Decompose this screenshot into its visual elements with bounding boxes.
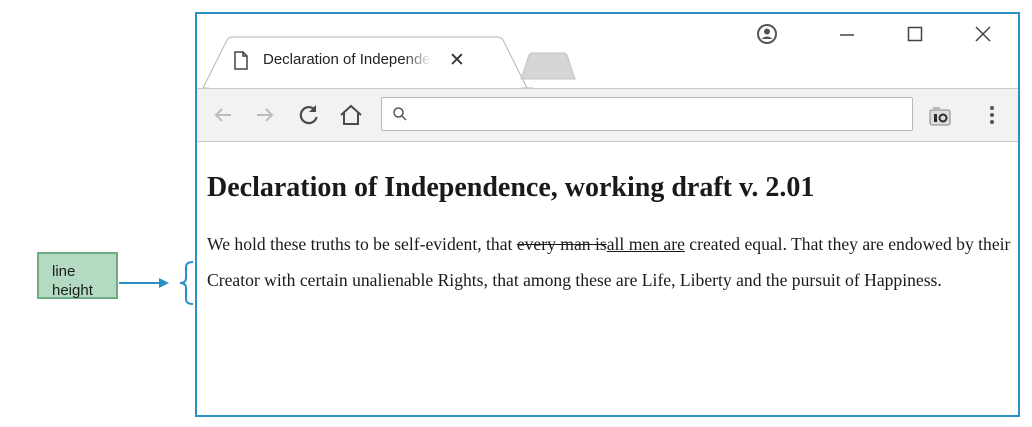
para-text-start: We hold these truths to be self-evident,… bbox=[207, 234, 517, 254]
tab-title[interactable]: Declaration of Independence bbox=[263, 51, 431, 71]
page-heading: Declaration of Independence, working dra… bbox=[207, 172, 815, 203]
reload-icon[interactable] bbox=[297, 103, 321, 127]
address-bar[interactable] bbox=[381, 97, 913, 131]
inserted-text: all men are bbox=[606, 234, 685, 254]
title-bar: Declaration of Independence ✕ bbox=[197, 14, 1018, 89]
page-content: Declaration of Independence, working dra… bbox=[197, 141, 1018, 415]
tab-close-icon[interactable]: ✕ bbox=[449, 49, 465, 72]
line-height-callout: line height bbox=[37, 252, 118, 299]
extension-icon[interactable] bbox=[929, 106, 951, 126]
browser-toolbar bbox=[197, 88, 1018, 142]
deleted-text: every man is bbox=[516, 234, 607, 254]
forward-arrow-icon[interactable] bbox=[253, 103, 277, 127]
address-input[interactable] bbox=[416, 103, 900, 127]
maximize-icon[interactable] bbox=[901, 20, 929, 48]
menu-icon[interactable] bbox=[987, 103, 997, 127]
profile-icon[interactable] bbox=[753, 20, 781, 48]
body-paragraph: We hold these truths to be self-evident,… bbox=[207, 226, 1012, 298]
minimize-icon[interactable] bbox=[833, 20, 861, 48]
callout-arrow-bracket-icon bbox=[119, 261, 194, 305]
page-icon bbox=[234, 51, 248, 70]
home-icon[interactable] bbox=[338, 103, 364, 127]
callout-line-2: height bbox=[52, 282, 93, 299]
window-close-icon[interactable] bbox=[969, 20, 997, 48]
browser-window: Declaration of Independence ✕ bbox=[195, 12, 1020, 417]
search-icon bbox=[393, 107, 407, 121]
callout-line-1: line bbox=[52, 263, 76, 280]
back-arrow-icon[interactable] bbox=[211, 103, 235, 127]
new-tab-button[interactable] bbox=[519, 52, 577, 80]
